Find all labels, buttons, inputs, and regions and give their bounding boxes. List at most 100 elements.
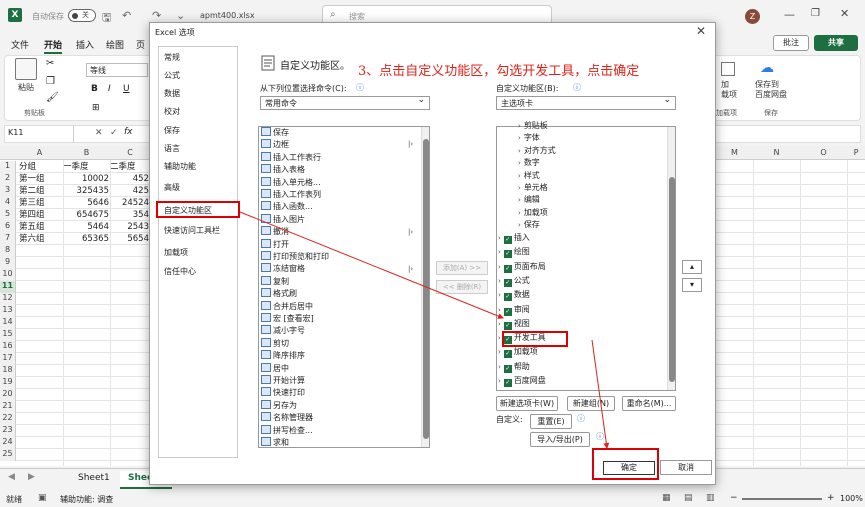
nav-item[interactable]: 数据: [164, 88, 180, 99]
nav-item[interactable]: 公式: [164, 70, 180, 81]
move-down-button[interactable]: ▾: [682, 278, 702, 292]
command-item[interactable]: 开始计算: [261, 375, 305, 387]
cell-b[interactable]: 325435: [63, 185, 109, 197]
cell-c[interactable]: 2543: [110, 221, 149, 233]
col-header-c[interactable]: C: [110, 146, 150, 160]
col-header-m[interactable]: M: [716, 146, 753, 160]
paste-label[interactable]: 粘贴: [18, 82, 34, 93]
customize-qat-icon[interactable]: ⌄: [176, 9, 185, 22]
checkbox-checked-icon[interactable]: ✓: [503, 364, 512, 373]
row-header[interactable]: 14: [0, 317, 16, 329]
zoom-out-icon[interactable]: −: [730, 493, 738, 503]
tree-tab-item[interactable]: › ✓ 公式: [498, 275, 530, 287]
insert-function-icon[interactable]: fx: [124, 127, 133, 137]
new-tab-button[interactable]: 新建选项卡(W): [496, 396, 558, 411]
share-button[interactable]: 共享: [814, 35, 858, 51]
command-item[interactable]: 宏 [查看宏]: [261, 313, 314, 325]
command-item[interactable]: 合并后居中: [261, 300, 313, 313]
select-all-corner[interactable]: [0, 146, 16, 160]
command-item[interactable]: 格式刷: [261, 288, 297, 300]
restore-icon[interactable]: ❐: [811, 8, 820, 19]
tree-tab-item[interactable]: › ✓ 视图: [498, 318, 530, 330]
expand-arrow-icon[interactable]: ›: [518, 196, 521, 204]
import-export-button[interactable]: 导入/导出(P): [530, 432, 590, 447]
menu-insert[interactable]: 插入: [76, 38, 94, 51]
row-header[interactable]: 24: [0, 437, 16, 449]
expand-arrow-icon[interactable]: ›: [498, 277, 501, 285]
cell-c[interactable]: 24524: [110, 197, 149, 209]
tree-subitem[interactable]: › 编辑: [518, 194, 540, 206]
nav-item[interactable]: 常规: [164, 52, 180, 63]
menu-draw[interactable]: 绘图: [106, 38, 124, 51]
command-item[interactable]: 插入工作表列: [261, 189, 321, 201]
nav-item[interactable]: 辅助功能: [164, 161, 196, 172]
expand-arrow-icon[interactable]: ›: [498, 320, 501, 328]
nav-item[interactable]: 高级: [164, 182, 180, 193]
command-item[interactable]: 另存为: [261, 399, 297, 412]
paste-icon[interactable]: [15, 58, 37, 80]
autosave-toggle[interactable]: 关: [68, 9, 96, 22]
customize-ribbon-dropdown[interactable]: 主选项卡: [496, 95, 676, 110]
cell-c[interactable]: 354: [110, 209, 149, 221]
save-baidu-label[interactable]: 保存到 百度网盘: [755, 80, 787, 100]
row-header[interactable]: 5: [0, 209, 16, 221]
command-item[interactable]: 打印预览和打印: [261, 251, 329, 263]
tree-subitem[interactable]: › 单元格: [518, 182, 548, 194]
cell-a[interactable]: 第一组: [19, 173, 63, 185]
checkbox-checked-icon[interactable]: ✓: [503, 250, 512, 259]
expand-arrow-icon[interactable]: ›: [498, 363, 501, 371]
col-header-a[interactable]: A: [16, 146, 63, 160]
cell-a[interactable]: 第二组: [19, 185, 63, 197]
comment-button[interactable]: 批注: [773, 35, 809, 51]
command-item[interactable]: 保存: [261, 127, 289, 139]
cell-c[interactable]: 425: [110, 185, 149, 197]
nav-item[interactable]: 加载项: [164, 247, 188, 258]
cell-b[interactable]: 65365: [63, 233, 109, 245]
nav-item[interactable]: 快速访问工具栏: [164, 225, 220, 236]
expand-arrow-icon[interactable]: ›: [518, 122, 521, 130]
tree-scrollbar[interactable]: [667, 127, 675, 390]
tree-tab-item[interactable]: › ✓ 绘图: [498, 246, 530, 259]
bold-icon[interactable]: B: [91, 84, 98, 94]
cell-b[interactable]: 10002: [63, 173, 109, 185]
save-icon[interactable]: 🖫: [102, 9, 111, 28]
expand-arrow-icon[interactable]: ›: [498, 263, 501, 271]
row-header[interactable]: 18: [0, 365, 16, 377]
italic-icon[interactable]: I: [108, 84, 111, 94]
tree-tab-item[interactable]: › ✓ 百度网盘: [498, 375, 546, 387]
checkbox-checked-icon[interactable]: ✓: [503, 379, 512, 387]
cell-c[interactable]: 5654: [110, 233, 149, 245]
command-item[interactable]: 快速打印: [261, 387, 305, 399]
status-accessibility[interactable]: 辅助功能: 调查: [60, 494, 113, 505]
tree-subitem[interactable]: › 保存: [518, 219, 540, 231]
zoom-slider[interactable]: [742, 498, 822, 500]
dialog-close-icon[interactable]: ✕: [696, 24, 706, 38]
tree-tab-item[interactable]: › ✓ 页面布局: [498, 261, 546, 273]
cell-c[interactable]: 452: [110, 173, 149, 185]
tree-tab-item[interactable]: › ✓ 审阅: [498, 304, 530, 316]
cell-c[interactable]: 二季度: [110, 161, 149, 173]
cell-a[interactable]: 第四组: [19, 209, 63, 221]
expand-arrow-icon[interactable]: ›: [498, 306, 501, 314]
minimize-icon[interactable]: —: [784, 8, 795, 21]
page-break-view-icon[interactable]: ▥: [706, 493, 715, 503]
expand-arrow-icon[interactable]: ›: [518, 184, 521, 192]
cell-a[interactable]: 第三组: [19, 197, 63, 209]
tree-subitem[interactable]: › 对齐方式: [518, 145, 556, 157]
row-header[interactable]: 16: [0, 341, 16, 353]
row-header[interactable]: 17: [0, 353, 16, 365]
cell-a[interactable]: 第六组: [19, 233, 63, 245]
menu-page[interactable]: 页: [136, 38, 145, 51]
expand-arrow-icon[interactable]: ›: [498, 348, 501, 356]
row-header[interactable]: 20: [0, 389, 16, 401]
nav-item[interactable]: 校对: [164, 106, 180, 117]
command-item[interactable]: 插入函数...: [261, 201, 313, 213]
checkbox-checked-icon[interactable]: ✓: [503, 264, 512, 273]
col-header-n[interactable]: N: [753, 146, 800, 160]
menu-home[interactable]: 开始: [44, 38, 63, 54]
row-header[interactable]: 8: [0, 245, 16, 257]
nav-item[interactable]: 自定义功能区: [164, 205, 212, 216]
checkbox-checked-icon[interactable]: ✓: [503, 321, 512, 330]
command-item[interactable]: 插入工作表行: [261, 151, 321, 164]
move-up-button[interactable]: ▴: [682, 260, 702, 274]
